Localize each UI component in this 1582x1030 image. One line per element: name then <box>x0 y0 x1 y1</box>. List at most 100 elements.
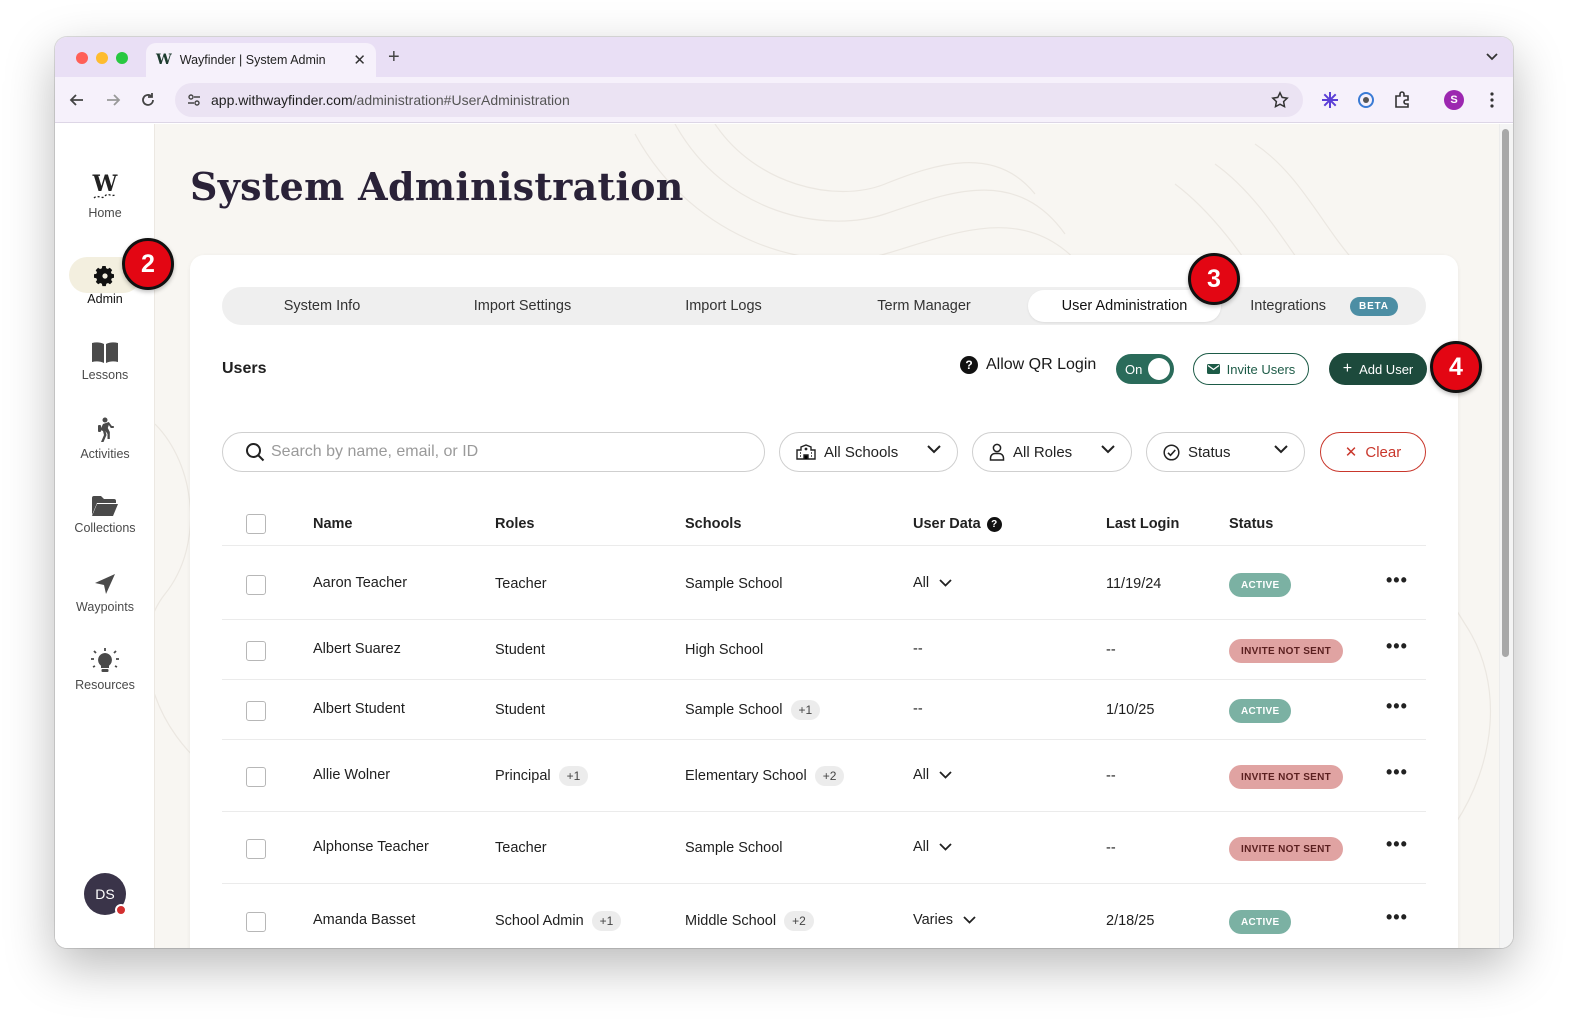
extensions-puzzle-icon[interactable] <box>1391 89 1413 111</box>
bookmark-star-icon[interactable] <box>1271 91 1289 112</box>
users-heading: Users <box>222 360 267 377</box>
tab-close-icon[interactable]: ✕ <box>353 51 366 69</box>
row-role-cell: School Admin +1 <box>495 911 622 931</box>
maximize-window-button[interactable] <box>116 52 128 64</box>
qr-login-toggle[interactable]: On <box>1116 354 1174 384</box>
more-roles-chip[interactable]: +1 <box>591 911 622 931</box>
status-filter-dropdown[interactable]: Status <box>1146 432 1305 472</box>
browser-window: W Wayfinder | System Admin ✕ + app.withw… <box>55 37 1513 948</box>
row-name[interactable]: Amanda Basset <box>313 912 415 928</box>
reload-icon[interactable] <box>137 89 159 111</box>
clear-filters-button[interactable]: ✕ Clear <box>1320 432 1426 472</box>
more-roles-chip[interactable]: +1 <box>558 766 589 786</box>
tab-integrations[interactable]: Integrations BETA <box>1224 287 1424 325</box>
tab-term-manager[interactable]: Term Manager <box>824 287 1024 325</box>
page-scrollbar-thumb[interactable] <box>1502 129 1509 657</box>
invite-users-button[interactable]: Invite Users <box>1193 353 1309 385</box>
user-data-value: Varies <box>913 912 954 928</box>
tab-user-administration[interactable]: User Administration <box>1028 290 1221 322</box>
sidebar-item-activities[interactable]: Activities <box>55 417 155 461</box>
column-header-status[interactable]: Status <box>1229 516 1273 532</box>
person-icon <box>989 443 1005 461</box>
row-more-menu-icon[interactable]: ••• <box>1386 636 1408 657</box>
column-header-name[interactable]: Name <box>313 516 353 532</box>
row-name[interactable]: Albert Suarez <box>313 641 401 657</box>
profile-avatar[interactable]: S <box>1444 90 1464 110</box>
row-checkbox[interactable] <box>246 839 266 859</box>
chevron-down-icon <box>1274 445 1288 454</box>
chevron-down-icon <box>939 843 952 851</box>
navigation-arrow-icon <box>55 572 155 596</box>
column-header-schools[interactable]: Schools <box>685 516 741 532</box>
browser-menu-icon[interactable] <box>1481 89 1503 111</box>
forward-arrow-icon[interactable] <box>102 89 124 111</box>
chevron-down-icon <box>939 771 952 779</box>
row-role: Student <box>495 702 545 718</box>
search-input[interactable]: Search by name, email, or ID <box>222 432 765 472</box>
row-name[interactable]: Aaron Teacher <box>313 575 407 591</box>
roles-filter-dropdown[interactable]: All Roles <box>972 432 1132 472</box>
row-checkbox[interactable] <box>246 701 266 721</box>
user-data-dropdown[interactable]: Varies <box>913 912 976 928</box>
more-schools-chip[interactable]: +1 <box>790 700 821 720</box>
row-name[interactable]: Albert Student <box>313 701 405 717</box>
row-more-menu-icon[interactable]: ••• <box>1386 762 1408 783</box>
status-filter-label: Status <box>1188 443 1231 461</box>
row-school: Sample School <box>685 702 783 718</box>
chevron-down-icon <box>939 579 952 587</box>
row-user-data: -- <box>913 641 923 657</box>
sidebar-item-resources[interactable]: Resources <box>55 648 155 692</box>
select-all-checkbox[interactable] <box>246 514 266 534</box>
minimize-window-button[interactable] <box>96 52 108 64</box>
row-checkbox[interactable] <box>246 575 266 595</box>
add-user-button[interactable]: + Add User <box>1329 353 1427 385</box>
close-window-button[interactable] <box>76 52 88 64</box>
row-checkbox[interactable] <box>246 641 266 661</box>
perplexity-extension-icon[interactable] <box>1319 89 1341 111</box>
user-data-dropdown[interactable]: All <box>913 839 952 855</box>
tab-search-chevron-icon[interactable] <box>1481 46 1503 68</box>
new-tab-button[interactable]: + <box>388 46 400 69</box>
user-data-value: All <box>913 767 930 783</box>
browser-toolbar: app.withwayfinder.com/administration#Use… <box>55 77 1513 123</box>
tab-import-logs[interactable]: Import Logs <box>623 287 824 325</box>
row-more-menu-icon[interactable]: ••• <box>1386 834 1408 855</box>
row-name[interactable]: Alphonse Teacher <box>313 839 429 855</box>
site-info-icon[interactable] <box>187 93 201 110</box>
notification-dot <box>115 904 127 916</box>
address-bar[interactable]: app.withwayfinder.com/administration#Use… <box>175 83 1303 117</box>
user-data-dropdown[interactable]: All <box>913 767 952 783</box>
row-checkbox[interactable] <box>246 767 266 787</box>
more-schools-chip[interactable]: +2 <box>814 766 845 786</box>
back-arrow-icon[interactable] <box>66 89 88 111</box>
logo-letter: W <box>92 172 118 197</box>
tab-import-settings[interactable]: Import Settings <box>422 287 623 325</box>
tab-system-info[interactable]: System Info <box>222 287 422 325</box>
column-header-last-login[interactable]: Last Login <box>1106 516 1179 532</box>
row-more-menu-icon[interactable]: ••• <box>1386 570 1408 591</box>
sidebar-item-lessons[interactable]: Lessons <box>55 340 155 382</box>
sidebar-item-waypoints[interactable]: Waypoints <box>55 572 155 614</box>
help-icon[interactable]: ? <box>960 356 978 374</box>
row-last-login: 2/18/25 <box>1106 913 1155 929</box>
row-name[interactable]: Allie Wolner <box>313 767 390 783</box>
browser-tab[interactable]: W Wayfinder | System Admin ✕ <box>146 43 376 77</box>
sidebar-item-label: Resources <box>75 678 135 692</box>
row-more-menu-icon[interactable]: ••• <box>1386 907 1408 928</box>
help-icon[interactable]: ? <box>986 516 1002 532</box>
sidebar-item-home[interactable]: W Home <box>55 172 155 220</box>
row-school-cell: Elementary School +2 <box>685 766 845 786</box>
sidebar-item-collections[interactable]: Collections <box>55 495 155 535</box>
toggle-label: On <box>1125 361 1143 377</box>
user-data-dropdown[interactable]: All <box>913 575 952 591</box>
schools-filter-dropdown[interactable]: All Schools <box>779 432 958 472</box>
row-checkbox[interactable] <box>246 912 266 932</box>
privacy-extension-icon[interactable] <box>1355 89 1377 111</box>
admin-card: System Info Import Settings Import Logs … <box>190 255 1458 948</box>
more-schools-chip[interactable]: +2 <box>784 911 814 931</box>
column-header-user-data[interactable]: User Data ? <box>913 516 1002 532</box>
row-more-menu-icon[interactable]: ••• <box>1386 696 1408 717</box>
row-last-login: -- <box>1106 642 1116 658</box>
header-divider <box>222 545 1426 546</box>
column-header-roles[interactable]: Roles <box>495 516 535 532</box>
